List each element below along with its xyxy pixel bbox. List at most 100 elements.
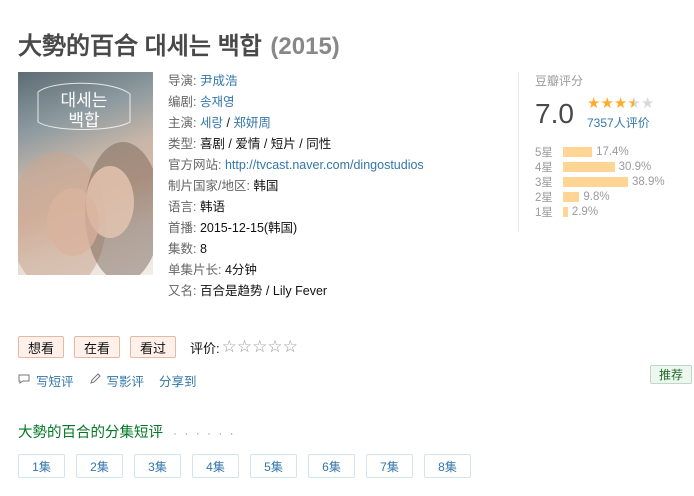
rating-bar-row: 2星 9.8% xyxy=(535,189,665,204)
rating-panel: 豆瓣评分 7.0 ★★★★★ 7357人评价 5星 17.4% 4星 30.9% 3星 3… xyxy=(518,72,678,232)
episode-button[interactable]: 4集 xyxy=(192,454,239,478)
recommend-button[interactable]: 推荐 xyxy=(650,365,693,384)
star-icon: ★ xyxy=(627,95,641,112)
rating-bar-row: 5星 17.4% xyxy=(535,144,665,159)
info-label: 类型: xyxy=(168,137,200,151)
page-title: 大勢的百合 대세는 백합 (2015) xyxy=(18,26,340,61)
movie-info: 导演: 尹成浩 编剧: 송재영 主演: 세랑 / 郑妍周 类型: 喜剧 / 爱情 / … xyxy=(168,71,424,302)
rating-count-link[interactable]: 7357人评价 xyxy=(587,114,650,131)
rating-bar xyxy=(563,176,628,187)
pencil-icon xyxy=(89,373,101,388)
rating-bar-row: 3星 38.9% xyxy=(535,174,665,189)
episode-list: 1集 2集 3集 4集 5集 6集 7集 8集 xyxy=(18,454,482,478)
info-link[interactable]: http://tvcast.naver.com/dingostudios xyxy=(225,158,424,172)
info-row: 首播: 2015-12-15(韩国) xyxy=(168,218,424,239)
episode-button[interactable]: 1集 xyxy=(18,454,65,478)
rating-bar-label: 5星 xyxy=(535,146,553,159)
episode-button[interactable]: 7集 xyxy=(366,454,413,478)
movie-year: (2015) xyxy=(270,33,340,60)
info-link[interactable]: 세랑 xyxy=(200,116,223,130)
rating-label: 豆瓣评分 xyxy=(535,74,584,88)
rate-stars-input[interactable]: ☆☆☆☆☆ xyxy=(222,337,298,357)
info-value: 百合是趋势 / Lily Fever xyxy=(199,284,328,298)
rating-stars: ★★★★★ xyxy=(587,94,654,112)
rating-bar xyxy=(563,146,593,157)
rating-bar-label: 3星 xyxy=(535,176,553,189)
want-to-watch-button[interactable]: 想看 xyxy=(18,336,65,358)
star-icon: ★ xyxy=(640,95,655,112)
action-bar: 想看 在看 看过 评价: ☆☆☆☆☆ xyxy=(18,336,298,358)
write-short-review-label: 写短评 xyxy=(36,375,74,389)
info-link[interactable]: 尹成浩 xyxy=(200,74,238,88)
rating-score: 7.0 xyxy=(535,98,574,129)
info-label: 导演: xyxy=(168,74,200,88)
info-value: 韩语 xyxy=(199,200,225,214)
info-link[interactable]: 郑妍周 xyxy=(233,116,271,130)
info-label: 语言: xyxy=(168,200,200,214)
watching-button[interactable]: 在看 xyxy=(74,336,121,358)
info-row: 导演: 尹成浩 xyxy=(168,71,424,92)
info-row: 制片国家/地区: 韩国 xyxy=(168,176,424,197)
write-review-label: 写影评 xyxy=(106,375,145,389)
watched-button[interactable]: 看过 xyxy=(130,336,177,358)
poster-title-line2: 백합 xyxy=(68,111,100,131)
info-label: 编剧: xyxy=(168,95,200,109)
share-link[interactable]: 分享到 xyxy=(159,371,197,390)
movie-title: 大勢的百合 대세는 백합 xyxy=(18,33,262,60)
rating-bar-value: 9.8% xyxy=(583,190,610,203)
info-label: 集数: xyxy=(168,242,200,256)
info-value: 韩国 xyxy=(253,179,279,193)
rating-bar xyxy=(563,191,580,202)
info-value: 2015-12-15(韩国) xyxy=(199,221,298,235)
rating-bar-row: 4星 30.9% xyxy=(535,159,665,174)
poster-illustration: 대세는 백합 xyxy=(18,82,153,275)
info-row: 类型: 喜剧 / 爱情 / 短片 / 同性 xyxy=(168,134,424,155)
info-row: 编剧: 송재영 xyxy=(168,92,424,113)
episode-button[interactable]: 5集 xyxy=(250,454,297,478)
star-icon: ★ xyxy=(613,95,628,112)
info-label: 首播: xyxy=(168,221,200,235)
info-label: 主演: xyxy=(168,116,200,130)
rating-bar-label: 1星 xyxy=(535,206,553,219)
write-short-review-link[interactable]: 写短评 xyxy=(18,371,74,390)
rating-bar-value: 17.4% xyxy=(596,145,629,158)
rating-distribution: 5星 17.4% 4星 30.9% 3星 38.9% 2星 9.8% 1星 2.9% xyxy=(535,144,665,219)
secondary-actions: 写短评 写影评 分享到 xyxy=(18,371,212,390)
episode-button[interactable]: 8集 xyxy=(424,454,471,478)
info-link[interactable]: 송재영 xyxy=(200,95,235,109)
rate-label: 评价: xyxy=(190,340,220,356)
episode-reviews-title: 大勢的百合的分集短评 xyxy=(18,425,163,441)
rating-bar xyxy=(563,161,615,172)
star-icon: ★ xyxy=(587,95,601,112)
star-icon: ★ xyxy=(600,95,614,112)
info-label: 又名: xyxy=(168,284,200,298)
info-value: 4分钟 xyxy=(224,263,257,277)
info-row: 官方网站: http://tvcast.naver.com/dingostudi… xyxy=(168,155,424,176)
info-value: 喜剧 / 爱情 / 短片 / 同性 xyxy=(199,137,332,151)
episode-reviews-heading: 大勢的百合的分集短评 · · · · · · xyxy=(18,421,236,442)
episode-button[interactable]: 6集 xyxy=(308,454,355,478)
info-label: 官方网站: xyxy=(168,158,225,172)
rating-bar-label: 2星 xyxy=(535,191,553,204)
comment-icon xyxy=(18,373,30,388)
info-row: 语言: 韩语 xyxy=(168,197,424,218)
rating-bar-value: 2.9% xyxy=(571,205,599,218)
rating-bar-row: 1星 2.9% xyxy=(535,204,665,219)
episode-button[interactable]: 2集 xyxy=(76,454,123,478)
heading-dots: · · · · · · xyxy=(173,426,236,440)
rating-bar-label: 4星 xyxy=(535,161,553,174)
info-label: 制片国家/地区: xyxy=(168,179,254,193)
info-value: 8 xyxy=(199,242,207,256)
poster-image[interactable]: 대세는 백합 xyxy=(18,72,153,275)
rating-bar xyxy=(563,206,568,217)
share-label: 分享到 xyxy=(159,375,197,389)
info-row: 又名: 百合是趋势 / Lily Fever xyxy=(168,281,424,302)
poster-title-line1: 대세는 xyxy=(61,91,108,111)
rating-bar-value: 38.9% xyxy=(632,175,665,188)
write-review-link[interactable]: 写影评 xyxy=(89,371,145,390)
info-value: / xyxy=(222,116,234,130)
info-row: 单集片长: 4分钟 xyxy=(168,260,424,281)
info-row: 主演: 세랑 / 郑妍周 xyxy=(168,113,424,134)
episode-button[interactable]: 3集 xyxy=(134,454,181,478)
info-label: 单集片长: xyxy=(168,263,225,277)
